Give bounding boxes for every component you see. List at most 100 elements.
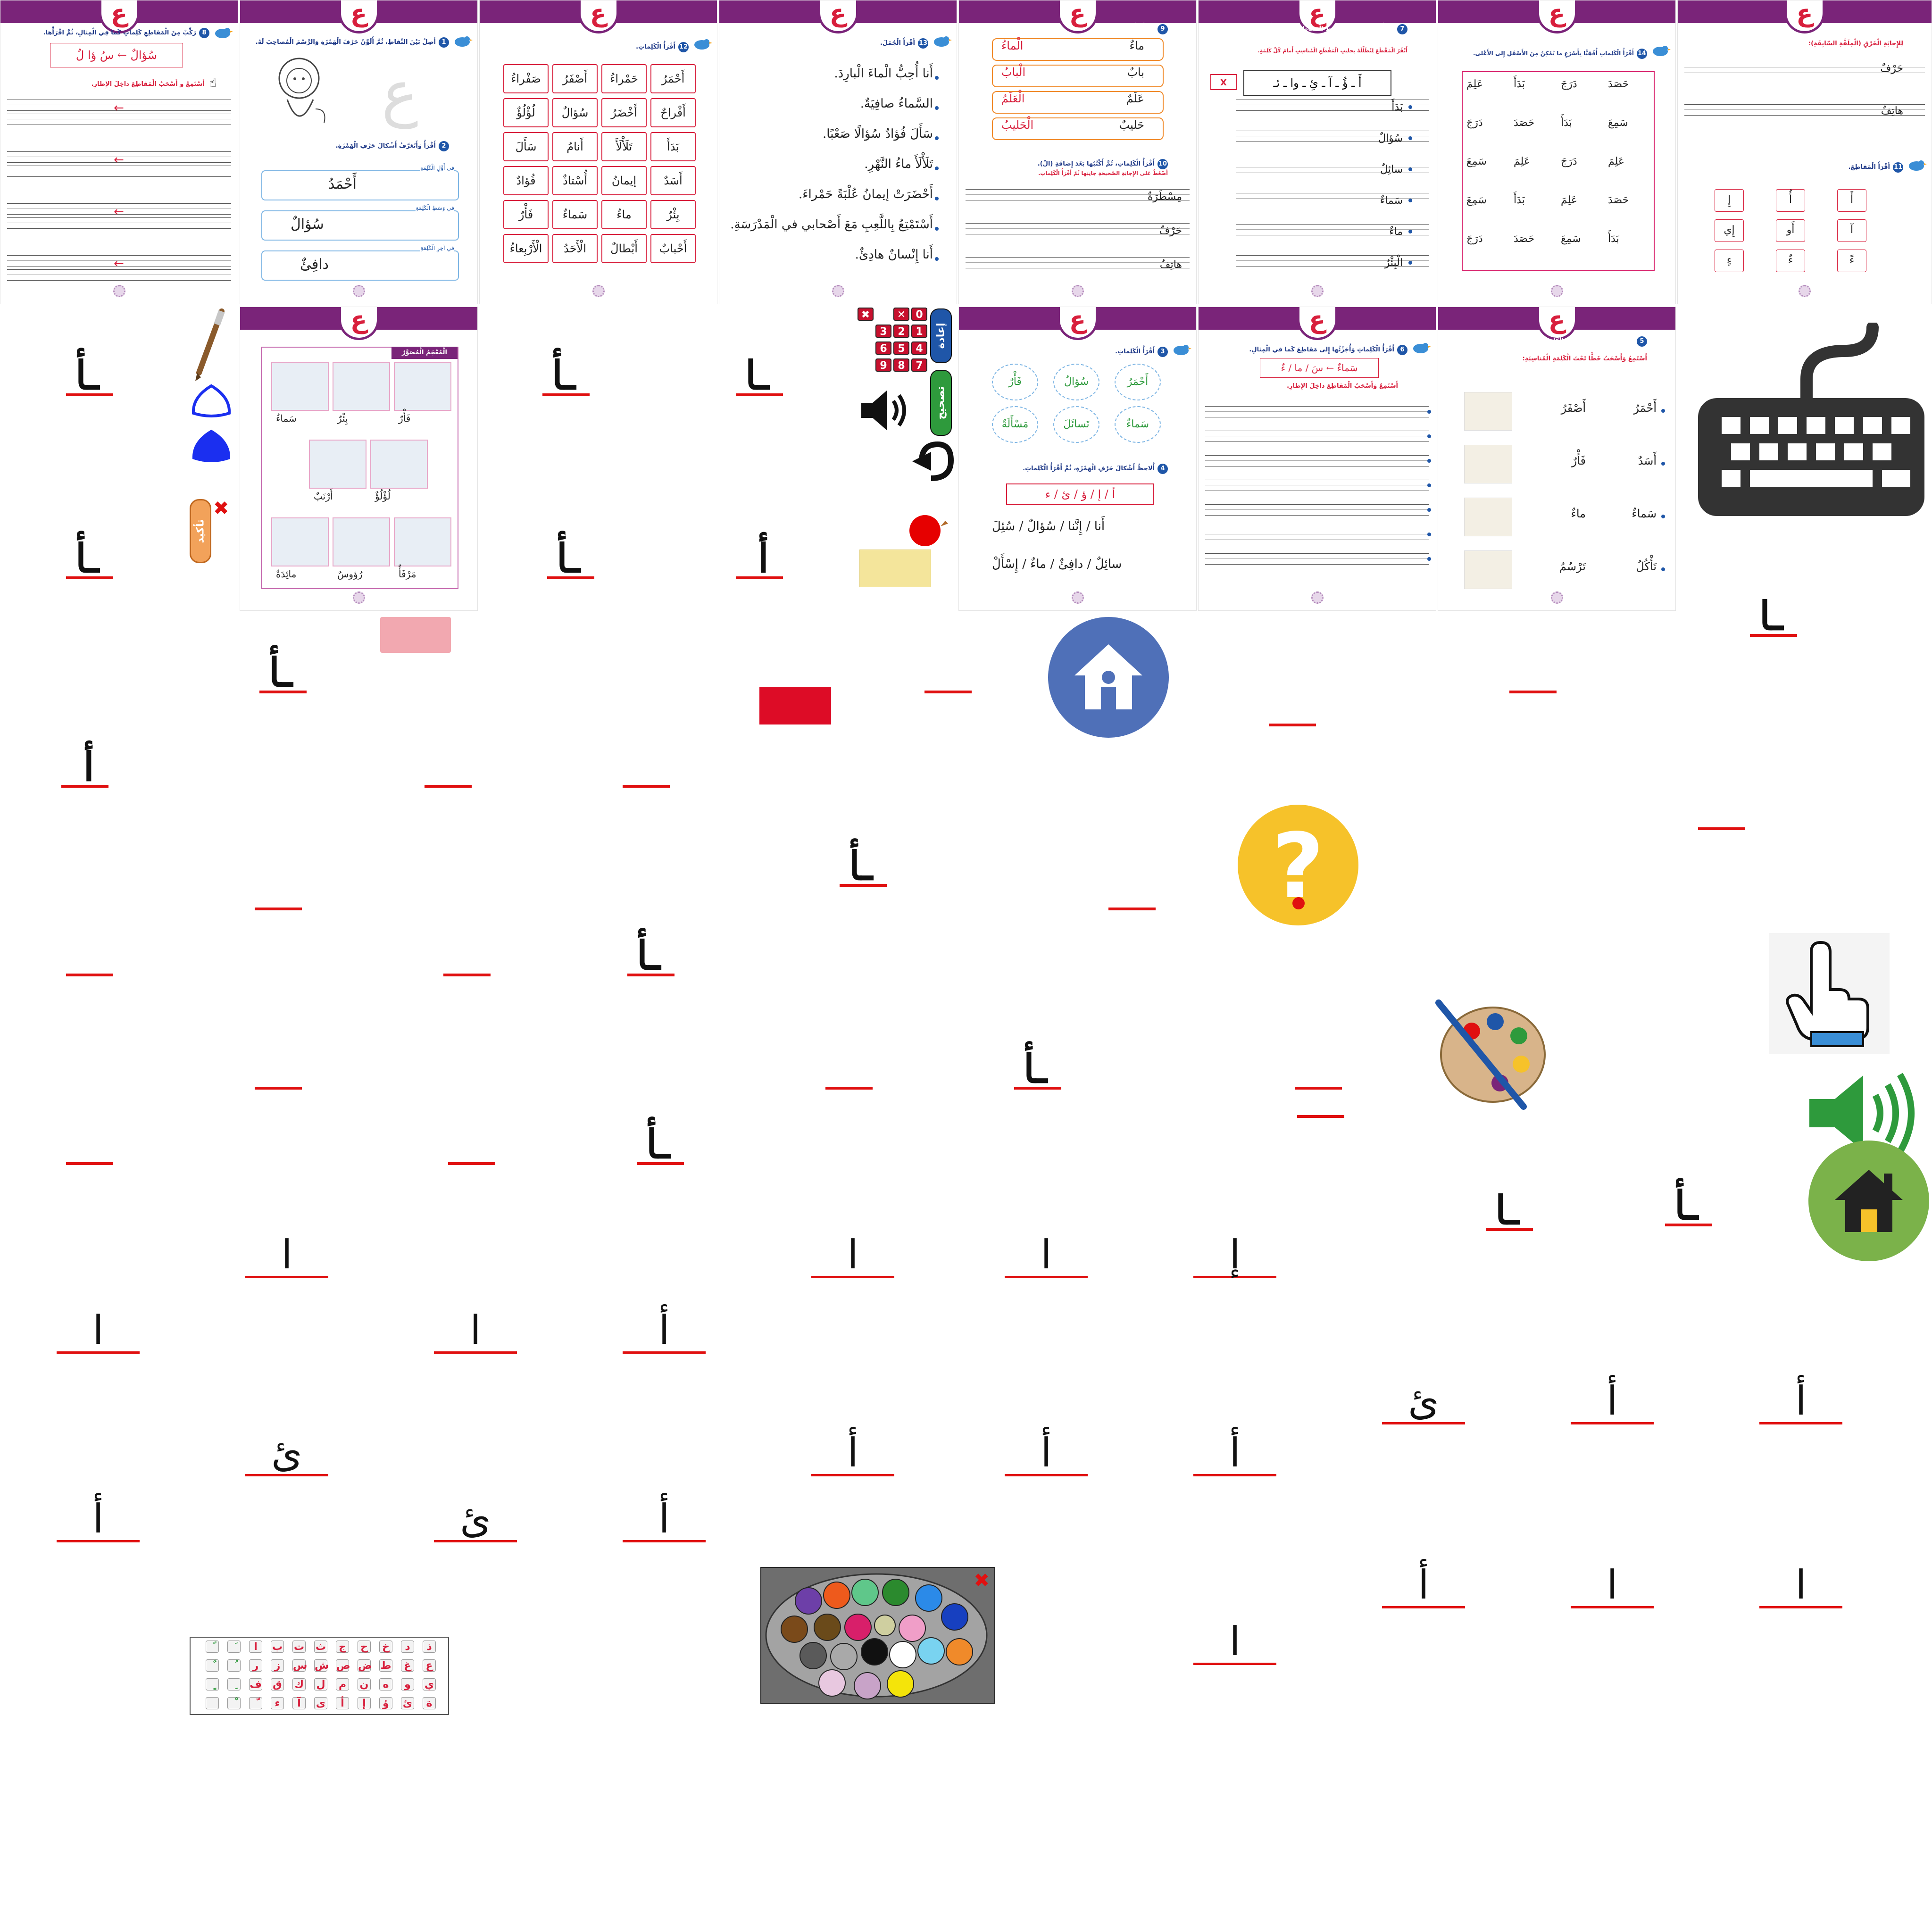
word-cell[interactable]: صَفْراءُ (503, 64, 549, 93)
keypad-key[interactable]: 0 (911, 308, 927, 321)
keypad-key[interactable]: 3 (875, 325, 891, 338)
keypad-key[interactable]: 1 (911, 325, 927, 338)
syllable-cell[interactable]: إِ (1715, 189, 1744, 212)
word-cell[interactable]: أَبْطالٌ (601, 234, 647, 263)
redo-button[interactable]: إعادة (930, 308, 952, 363)
picture-tile[interactable] (309, 440, 366, 489)
syllable-tile[interactable]: ـا (1486, 1191, 1533, 1231)
picture-tile[interactable] (271, 362, 329, 411)
keypad-key[interactable]: 4 (911, 341, 927, 355)
word-option[interactable]: أَصْفَرُ (1561, 401, 1586, 415)
keypad-key[interactable]: 6 (875, 341, 891, 355)
syllable-tile[interactable]: ـأ (259, 653, 307, 693)
syllable-tile[interactable] (66, 1132, 113, 1165)
keyboard-key[interactable]: غ (401, 1659, 414, 1672)
syllable-tile[interactable] (255, 877, 302, 910)
clear-x-button[interactable]: X (1210, 74, 1237, 90)
keyboard-key[interactable]: ث (314, 1641, 327, 1653)
keyboard-key[interactable]: ر (249, 1659, 262, 1672)
keypad-key[interactable]: ✖ (858, 308, 874, 321)
word-cell[interactable]: الْأَحَدُ (552, 234, 598, 263)
keyboard-key[interactable]: ع (423, 1659, 436, 1672)
keyboard-key[interactable]: ج (336, 1641, 349, 1653)
answer-slot[interactable]: ا (57, 1302, 140, 1354)
answer-slot[interactable]: أ (623, 1491, 706, 1542)
word-option[interactable]: سَماءٌ (1632, 507, 1657, 520)
word-cell[interactable]: أَسَدٌ (650, 166, 696, 195)
answer-slot[interactable]: ئ (434, 1491, 517, 1542)
word-option[interactable]: ماءٌ (1571, 507, 1586, 520)
word-cell[interactable]: سَأَلَ (503, 132, 549, 161)
word-bubble[interactable]: سُؤالٌ (1053, 364, 1099, 400)
syllable-tile[interactable] (1269, 693, 1316, 726)
syllable-cell[interactable]: أُ (1776, 189, 1805, 212)
picture-tile[interactable] (370, 440, 428, 489)
answer-slot[interactable]: ا (434, 1302, 517, 1354)
speaker-icon[interactable] (858, 387, 915, 434)
syllable-tile[interactable]: ـأ (66, 539, 113, 579)
keyboard-key[interactable]: ذ (423, 1641, 436, 1653)
syllable-cell[interactable]: أَ (1837, 189, 1866, 212)
answer-slot[interactable]: ا (1005, 1226, 1088, 1278)
word-cell[interactable]: سَماءٌ (552, 200, 598, 229)
word-cell[interactable]: ماءٌ (601, 200, 647, 229)
syllable-tile[interactable] (1509, 660, 1557, 693)
syllable-tile[interactable]: ـا (736, 356, 783, 396)
red-rectangle-tool[interactable] (759, 687, 831, 724)
pointer-hand-icon[interactable] (1769, 933, 1890, 1054)
keyboard-key[interactable]: ّ (249, 1697, 262, 1709)
keyboard-key[interactable]: م (336, 1678, 349, 1690)
keyboard-key[interactable]: س (292, 1659, 307, 1672)
keyboard-key[interactable]: ً (206, 1641, 219, 1653)
keyboard-icon[interactable] (1693, 321, 1929, 521)
answer-slot[interactable]: أ (1571, 1373, 1654, 1424)
syllable-cell[interactable]: إِي (1715, 219, 1744, 242)
word-cell[interactable]: أَفْراحٌ (650, 98, 696, 127)
keyboard-key[interactable]: َ (227, 1641, 241, 1653)
brush-tip-icon[interactable] (939, 514, 953, 528)
word-cell[interactable]: الْأَرْبِعاءُ (503, 234, 549, 263)
syllable-cell[interactable]: ءٍ (1715, 250, 1744, 272)
syllable-cell[interactable]: أَو (1776, 219, 1805, 242)
answer-slot[interactable]: ا (811, 1226, 894, 1278)
syllable-tile[interactable]: ـأ (637, 1124, 684, 1165)
answer-slot[interactable]: أ (623, 1302, 706, 1354)
word-cell[interactable]: بِئْرٌ (650, 200, 696, 229)
word-bubble[interactable]: سَماءٌ (1115, 406, 1161, 443)
keyboard-key[interactable]: أ (336, 1697, 349, 1709)
keyboard-key[interactable]: ة (423, 1697, 436, 1709)
picture-tile[interactable] (394, 362, 451, 411)
keyboard-key[interactable]: ٍ (206, 1678, 219, 1690)
answer-slot[interactable]: أ (1382, 1557, 1465, 1608)
word-cell[interactable]: فَأْرٌ (503, 200, 549, 229)
syllable-cell[interactable]: ءً (1837, 250, 1866, 272)
answer-slot[interactable]: ئ (245, 1424, 328, 1476)
fill-shape-tool[interactable] (188, 427, 235, 467)
syllable-tile[interactable]: ـأ (547, 539, 594, 579)
keyboard-key[interactable]: ط (379, 1659, 392, 1672)
keyboard-key[interactable]: ض (358, 1659, 372, 1672)
keypad-key[interactable]: 8 (893, 358, 909, 372)
picture-tile[interactable] (394, 517, 451, 566)
syllable-tile[interactable] (924, 660, 972, 693)
word-bubble[interactable]: أَحْمَرُ (1115, 364, 1161, 400)
syllable-cell[interactable]: آ (1837, 219, 1866, 242)
check-button[interactable]: تصحيح (930, 370, 952, 436)
keyboard-key[interactable]: إ (358, 1697, 371, 1709)
syllable-tile[interactable]: أ (736, 539, 783, 579)
keyboard-key[interactable]: ف (249, 1678, 262, 1690)
keyboard-key[interactable]: ش (314, 1659, 329, 1672)
word-cell[interactable]: حَمْراءُ (601, 64, 647, 93)
picture-tile[interactable] (271, 517, 329, 566)
keyboard-key[interactable]: ص (336, 1659, 350, 1672)
keyboard-key[interactable]: ت (292, 1641, 306, 1653)
keyboard-key[interactable]: ا (249, 1641, 262, 1653)
keyboard-key[interactable]: و (401, 1678, 414, 1690)
red-dot-pen[interactable] (909, 515, 941, 546)
keyboard-key[interactable]: خ (379, 1641, 392, 1653)
palette-icon[interactable] (1429, 998, 1552, 1116)
keyboard-key[interactable]: ؤ (379, 1697, 392, 1709)
close-icon[interactable]: ✖ (213, 499, 232, 518)
keypad-key[interactable]: 9 (875, 358, 891, 372)
keyboard-key[interactable]: ه (379, 1678, 392, 1690)
